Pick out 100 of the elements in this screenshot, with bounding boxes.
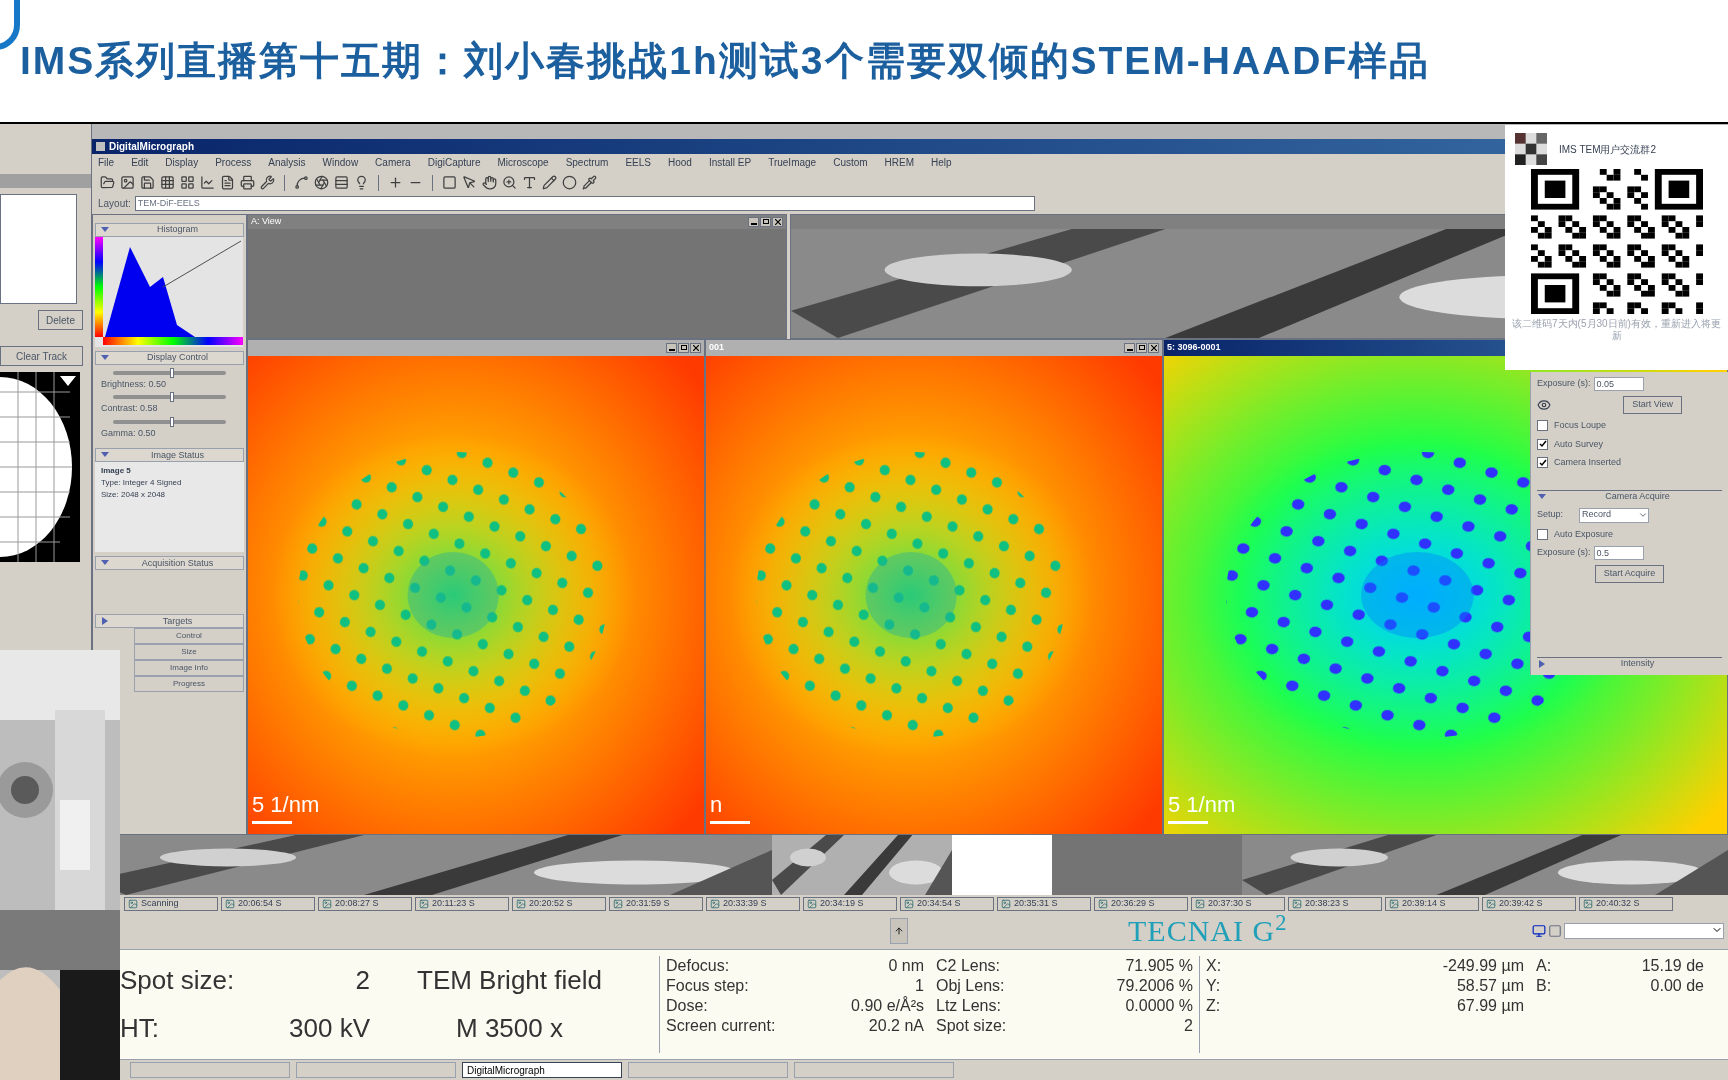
expand-arrow-icon[interactable] xyxy=(100,617,110,626)
crosshair-icon[interactable] xyxy=(388,175,403,191)
aperture-icon[interactable] xyxy=(314,175,329,191)
section-header[interactable]: Acquisition Status xyxy=(95,556,244,571)
mode-text: M 3500 x xyxy=(455,1012,564,1046)
maximize-icon[interactable] xyxy=(760,216,771,227)
param-label: X: xyxy=(1206,956,1222,976)
zoom-icon[interactable] xyxy=(502,175,517,191)
tiles-icon[interactable] xyxy=(180,175,195,191)
slider-thumb[interactable] xyxy=(169,367,174,378)
image-tab[interactable]: 20:34:19 S xyxy=(803,896,897,911)
menu-item[interactable]: Edit xyxy=(131,155,149,171)
menu-item[interactable]: Display xyxy=(165,155,199,171)
menu-item[interactable]: Process xyxy=(215,155,252,171)
image-tab[interactable]: 20:33:39 S xyxy=(706,896,800,911)
grid-icon[interactable] xyxy=(160,175,175,191)
menu-item[interactable]: Spectrum xyxy=(565,155,609,171)
image-icon xyxy=(1098,898,1108,909)
menu-item[interactable]: DigiCapture xyxy=(427,155,481,171)
close-icon[interactable] xyxy=(772,216,783,227)
app-icon xyxy=(96,141,105,151)
menu-item[interactable]: Hood xyxy=(668,155,692,171)
spline-icon[interactable] xyxy=(294,175,309,191)
menu-item[interactable]: EELS xyxy=(625,155,651,171)
folder-icon[interactable] xyxy=(100,175,115,191)
menu-item[interactable]: Custom xyxy=(833,155,868,171)
image-tab[interactable]: 20:11:23 S xyxy=(415,896,509,911)
slider-track[interactable] xyxy=(113,395,226,400)
palette-button[interactable]: Size xyxy=(134,644,244,661)
monitor-icon[interactable] xyxy=(1532,923,1546,938)
image-tab[interactable]: 20:39:42 S xyxy=(1482,896,1576,911)
document-icon[interactable] xyxy=(220,175,235,191)
scroll-up-button[interactable] xyxy=(890,917,908,944)
select-field[interactable] xyxy=(1564,922,1724,939)
menu-item[interactable]: Window xyxy=(322,155,359,171)
image-tab[interactable]: 20:20:52 S xyxy=(512,896,606,911)
window-title: 001 xyxy=(709,341,725,355)
image-tab[interactable]: 20:38:23 S xyxy=(1288,896,1382,911)
close-icon[interactable] xyxy=(690,342,701,353)
menu-item[interactable]: Install EP xyxy=(708,155,752,171)
palette-button[interactable]: Image Info xyxy=(134,660,244,677)
layout-field[interactable]: TEM-DiF-EELS xyxy=(134,196,1035,212)
image-tab[interactable]: 20:40:32 S xyxy=(1579,896,1673,911)
image-icon xyxy=(1486,898,1496,909)
oval-icon[interactable] xyxy=(562,175,577,191)
menu-item[interactable]: TrueImage xyxy=(768,155,817,171)
menu-item[interactable]: Microscope xyxy=(497,155,549,171)
pipette-icon[interactable] xyxy=(582,175,597,191)
collapse-arrow-icon[interactable] xyxy=(100,225,110,234)
section-title: Targets xyxy=(161,614,194,628)
menu-item[interactable]: File xyxy=(98,155,115,171)
image-tab[interactable]: 20:37:30 S xyxy=(1191,896,1285,911)
qr-caption: 该二维码7天内(5月30日前)有效，重新进入将更新 xyxy=(1511,318,1722,342)
menu-item[interactable]: Analysis xyxy=(268,155,306,171)
pencil-icon[interactable] xyxy=(542,175,557,191)
section-header[interactable]: Histogram xyxy=(95,222,244,237)
rectangle-icon[interactable] xyxy=(442,175,457,191)
image-tab[interactable]: 20:39:14 S xyxy=(1385,896,1479,911)
maximize-icon[interactable] xyxy=(1136,342,1147,353)
image-tab[interactable]: 20:34:54 S xyxy=(900,896,994,911)
slider-track[interactable] xyxy=(113,419,226,424)
image-tab[interactable]: 20:35:31 S xyxy=(997,896,1091,911)
image-tab[interactable]: 20:06:54 S xyxy=(221,896,315,911)
clear-track-button[interactable]: Clear Track xyxy=(0,346,83,366)
text-icon[interactable] xyxy=(522,175,537,191)
image-tab[interactable]: 20:36:29 S xyxy=(1094,896,1188,911)
image-icon[interactable] xyxy=(120,175,135,191)
taskbar-button[interactable]: DigitalMicrograph xyxy=(462,1062,622,1078)
window-icon[interactable] xyxy=(1548,923,1562,938)
image-tab[interactable]: 20:08:27 S xyxy=(318,896,412,911)
close-icon[interactable] xyxy=(1148,342,1159,353)
hand-icon[interactable] xyxy=(482,175,497,191)
param-label: Obj Lens: xyxy=(936,976,1005,996)
slider-track[interactable] xyxy=(113,370,226,375)
save-icon[interactable] xyxy=(140,175,155,191)
lightbulb-icon[interactable] xyxy=(354,175,369,191)
slider-thumb[interactable] xyxy=(169,392,174,403)
menu-item[interactable]: HREM xyxy=(884,155,915,171)
menu-item[interactable]: Help xyxy=(931,155,952,171)
rows-icon[interactable] xyxy=(334,175,349,191)
section-header[interactable]: Image Status xyxy=(95,448,244,463)
line-chart-icon[interactable] xyxy=(200,175,215,191)
palette-button[interactable]: Control xyxy=(134,628,244,645)
palette-button[interactable]: Progress xyxy=(134,676,244,693)
printer-icon[interactable] xyxy=(240,175,255,191)
image-tab[interactable]: Scanning xyxy=(124,896,218,911)
pointer-icon[interactable] xyxy=(462,175,477,191)
wrench-icon[interactable] xyxy=(260,175,275,191)
image-tab[interactable]: 20:31:59 S xyxy=(609,896,703,911)
collapse-arrow-icon[interactable] xyxy=(100,353,110,362)
minimize-icon[interactable] xyxy=(1124,342,1135,353)
minimize-icon[interactable] xyxy=(748,216,759,227)
section-header[interactable]: Display Control xyxy=(95,350,244,365)
section-header[interactable]: Targets xyxy=(95,614,244,629)
maximize-icon[interactable] xyxy=(678,342,689,353)
minimize-icon[interactable] xyxy=(666,342,677,353)
slider-thumb[interactable] xyxy=(169,416,174,427)
list-box[interactable] xyxy=(0,194,77,304)
delete-button[interactable]: Delete xyxy=(38,310,83,330)
menu-item[interactable]: Camera xyxy=(375,155,411,171)
